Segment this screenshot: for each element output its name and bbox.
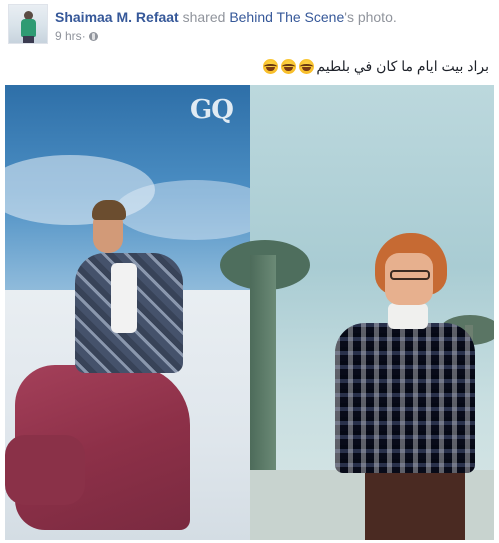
avatar-figure-body: [21, 19, 36, 37]
author-name-link[interactable]: Shaimaa M. Refaat: [55, 9, 179, 25]
person-right-glasses: [390, 270, 430, 280]
timestamp-link[interactable]: 9 hrs: [55, 29, 82, 43]
person-right-shirt-pattern: [335, 323, 475, 473]
photo-left-panel: GQ: [5, 85, 275, 540]
joy-emoji-icon: [299, 59, 315, 74]
caption-text: براد بيت ايام ما كان في بلطيم: [316, 58, 489, 74]
meta-separator: ·: [81, 29, 86, 43]
shared-text: shared: [178, 9, 230, 25]
photo-suffix-text: 's photo.: [344, 9, 397, 25]
post-caption: براد بيت ايام ما كان في بلطيم: [262, 58, 489, 75]
globe-icon: [88, 31, 98, 41]
avatar[interactable]: [8, 4, 48, 44]
post-header: Shaimaa M. Refaat shared Behind The Scen…: [55, 9, 397, 25]
person-right-collar: [388, 303, 428, 329]
magazine-watermark: GQ: [190, 95, 234, 125]
person-left-hair: [92, 200, 126, 220]
person-left-undershirt: [111, 263, 137, 333]
post-meta: 9 hrs ·: [55, 29, 98, 43]
joy-emoji-icon: [281, 59, 297, 74]
photo-right-panel: [220, 85, 494, 540]
page-name-link[interactable]: Behind The Scene: [229, 9, 344, 25]
avatar-figure-legs: [23, 36, 34, 43]
person-left-leg: [5, 435, 85, 505]
shared-photo[interactable]: GQ: [5, 85, 494, 540]
joy-emoji-icon: [263, 59, 279, 74]
